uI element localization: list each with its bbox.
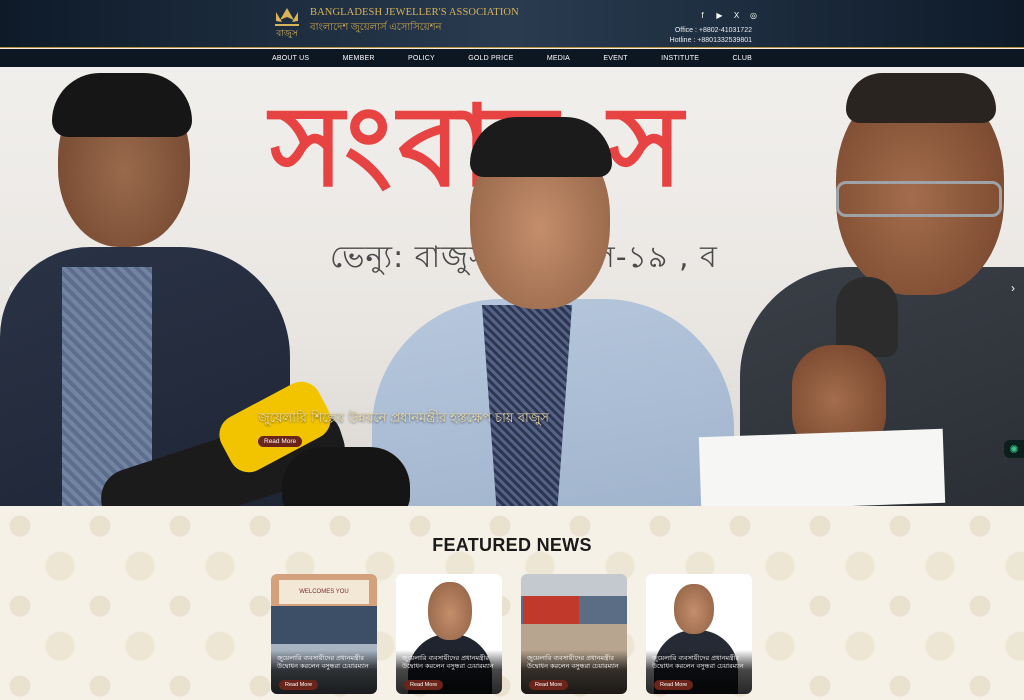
- news-card[interactable]: জুয়েলারি ব্যবসায়ীদের প্রধানমন্ত্রীর উদ…: [396, 574, 502, 694]
- glasses-icon: [836, 181, 1002, 217]
- news-card-title[interactable]: জুয়েলারি ব্যবসায়ীদের প্রধানমন্ত্রীর উদ…: [277, 654, 373, 670]
- portrait-face: [674, 584, 714, 634]
- hero-slider: সংবাদ স ভেন্যু: বাজুস , লেভেল-১৯ , ব ‹ ›…: [0, 67, 1024, 506]
- news-card-title[interactable]: জুয়েলারি ব্যবসায়ীদের প্রধানমন্ত্রীর উদ…: [527, 654, 623, 670]
- main-nav: ABOUT US MEMBER POLICY GOLD PRICE MEDIA …: [0, 49, 1024, 67]
- news-card-read-more-button[interactable]: Read More: [529, 680, 569, 690]
- slide-read-more-button[interactable]: Read More: [258, 436, 303, 447]
- nav-item-about-us[interactable]: ABOUT US: [272, 55, 309, 62]
- logo-english-name: BANGLADESH JEWELLER'S ASSOCIATION: [310, 7, 519, 18]
- nav-item-policy[interactable]: POLICY: [408, 55, 435, 62]
- contact-info: Office : +8802-41031722 Hotline : +88013…: [670, 26, 752, 46]
- slider-next-icon[interactable]: ›: [1006, 281, 1020, 295]
- youtube-icon[interactable]: ▶: [715, 11, 724, 20]
- news-card-title[interactable]: জুয়েলারি ব্যবসায়ীদের প্রধানমন্ত্রীর উদ…: [402, 654, 498, 670]
- person-left-hair: [52, 73, 192, 137]
- featured-news-title: FEATURED NEWS: [432, 535, 592, 555]
- accessibility-widget-icon[interactable]: ✺: [1004, 440, 1024, 458]
- speech-paper: [698, 428, 946, 506]
- logo-bangla-name: বাংলাদেশ জুয়েলার্স এসোসিয়েশন: [310, 22, 442, 33]
- slide-caption-title[interactable]: জুয়েলারি শিল্পের উন্নয়নে প্রধানমন্ত্রী…: [258, 409, 549, 430]
- site-header: বাজুস BANGLADESH JEWELLER'S ASSOCIATION …: [0, 0, 1024, 48]
- person-right-hair: [846, 73, 996, 123]
- nav-item-media[interactable]: MEDIA: [547, 55, 570, 62]
- slider-prev-icon[interactable]: ‹: [4, 281, 18, 295]
- x-icon[interactable]: X: [732, 11, 741, 20]
- facebook-icon[interactable]: f: [698, 11, 707, 20]
- logo-bn-short: বাজুস: [275, 29, 299, 38]
- press-microphone: [282, 447, 410, 506]
- slide-caption: জুয়েলারি শিল্পের উন্নয়নে প্রধানমন্ত্রী…: [258, 409, 549, 448]
- welcome-sign: WELCOMES YOU: [279, 580, 369, 604]
- logo-text: BANGLADESH JEWELLER'S ASSOCIATION বাংলাদ…: [310, 7, 519, 37]
- event-screen: [523, 596, 579, 624]
- nav-item-club[interactable]: CLUB: [733, 55, 752, 62]
- instagram-icon[interactable]: ◎: [749, 11, 758, 20]
- site-logo[interactable]: বাজুস BANGLADESH JEWELLER'S ASSOCIATION …: [272, 6, 519, 39]
- logo-emblem-icon: বাজুস: [272, 6, 302, 39]
- person-center-hair: [470, 117, 612, 177]
- featured-news-list: WELCOMES YOU জুয়েলারি ব্যবসায়ীদের প্রধ…: [271, 574, 753, 694]
- nav-item-gold-price[interactable]: GOLD PRICE: [468, 55, 513, 62]
- news-card-read-more-button[interactable]: Read More: [279, 680, 319, 690]
- news-card-title[interactable]: জুয়েলারি ব্যবসায়ীদের প্রধানমন্ত্রীর উদ…: [652, 654, 748, 670]
- nav-item-event[interactable]: EVENT: [603, 55, 627, 62]
- news-card[interactable]: জুয়েলারি ব্যবসায়ীদের প্রধানমন্ত্রীর উদ…: [646, 574, 752, 694]
- office-phone: Office : +8802-41031722: [674, 27, 752, 34]
- social-links: f ▶ X ◎: [698, 11, 758, 20]
- nav-item-institute[interactable]: INSTITUTE: [661, 55, 699, 62]
- news-card-read-more-button[interactable]: Read More: [404, 680, 444, 690]
- news-card[interactable]: WELCOMES YOU জুয়েলারি ব্যবসায়ীদের প্রধ…: [271, 574, 377, 694]
- news-card-read-more-button[interactable]: Read More: [654, 680, 694, 690]
- nav-item-member[interactable]: MEMBER: [343, 55, 375, 62]
- hotline-phone: Hotline : +8801332539801: [669, 37, 752, 44]
- news-card[interactable]: জুয়েলারি ব্যবসায়ীদের প্রধানমন্ত্রীর উদ…: [521, 574, 627, 694]
- portrait-face: [428, 582, 472, 640]
